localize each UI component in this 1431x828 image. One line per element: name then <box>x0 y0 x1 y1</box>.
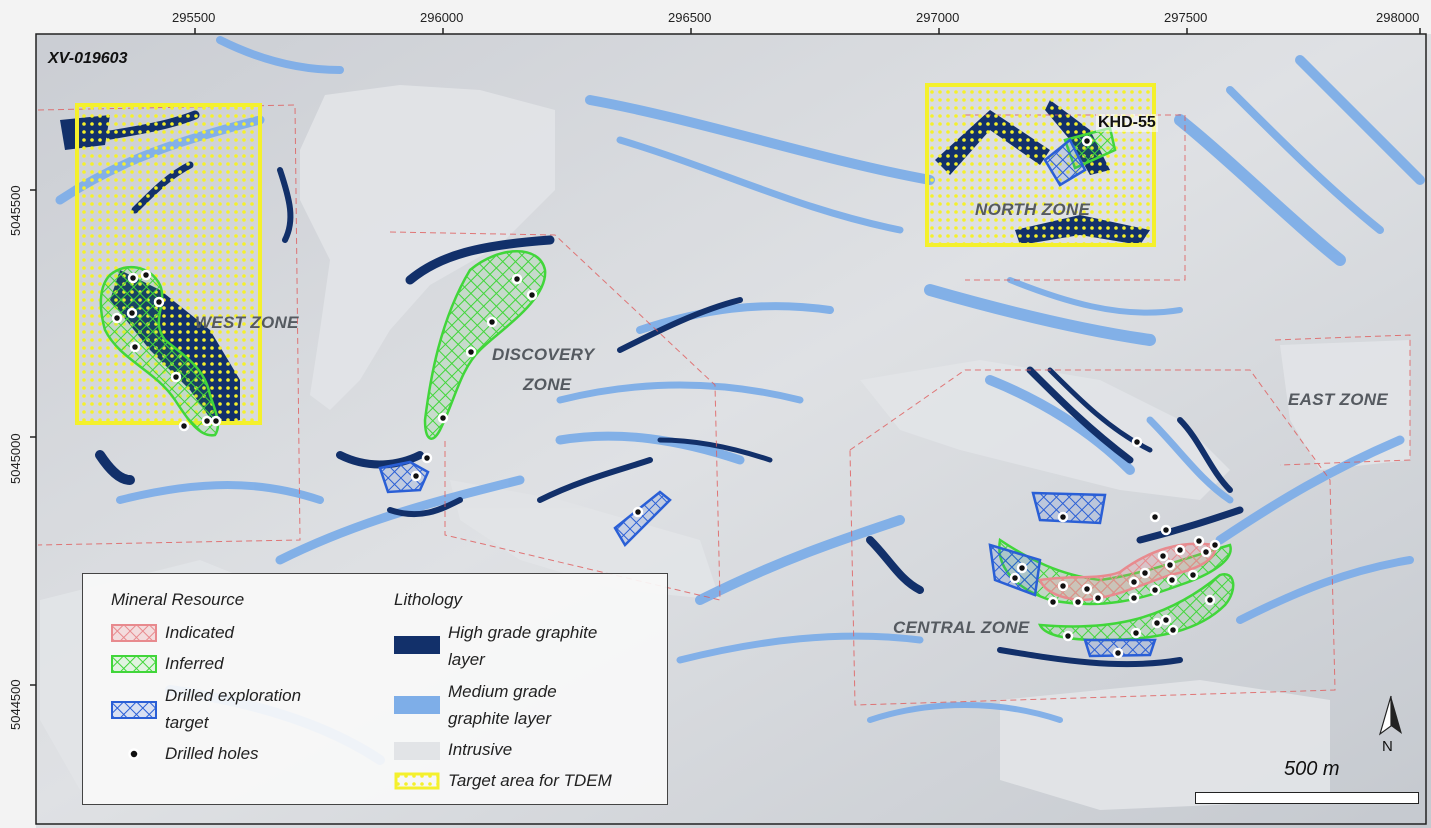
high-grade-swatch <box>394 636 440 654</box>
north-zone-label: NORTH ZONE <box>975 200 1091 219</box>
inferred-label: Inferred <box>165 654 224 673</box>
tdem-label: Target area for TDEM <box>448 771 612 790</box>
intrusive-label: Intrusive <box>448 740 513 759</box>
y-tick-label: 5045000 <box>8 433 23 484</box>
scale-label: 500 m <box>1284 758 1340 780</box>
map-legend: Mineral Resource Indicated Inferred Dril… <box>82 573 668 805</box>
mineral-resource-title: Mineral Resource <box>111 590 245 609</box>
drilled-target-swatch <box>111 701 157 719</box>
central-zone-label: CENTRAL ZONE <box>893 618 1030 637</box>
x-tick-label: 296500 <box>668 10 712 25</box>
intrusive-swatch <box>394 742 440 760</box>
drilled-hole-swatch <box>128 748 140 760</box>
tdem-swatch <box>394 772 440 790</box>
high-grade-label-line2: layer <box>448 650 485 669</box>
drillhole-label: KHD-55 <box>1096 114 1158 132</box>
inferred-swatch <box>111 655 157 673</box>
indicated-label: Indicated <box>165 623 234 642</box>
medium-grade-label-line2: graphite layer <box>448 709 552 728</box>
x-tick-label: 296000 <box>420 10 464 25</box>
indicated-swatch <box>111 624 157 642</box>
y-tick-label: 5044500 <box>8 679 23 730</box>
discovery-zone-label-line1: DISCOVERY <box>492 345 595 364</box>
medium-grade-label-line1: Medium grade <box>448 682 557 701</box>
high-grade-label-line1: High grade graphite <box>448 623 598 642</box>
west-zone-label: WEST ZONE <box>195 313 299 332</box>
scale-bar <box>1195 792 1419 804</box>
x-tick-label: 298000 <box>1376 10 1420 25</box>
map-id: XV-019603 <box>48 50 128 67</box>
discovery-zone-label-line2: ZONE <box>523 375 572 394</box>
drilled-target-label-line2: target <box>165 713 209 732</box>
east-zone-label: EAST ZONE <box>1288 390 1388 409</box>
lithology-title: Lithology <box>394 590 463 609</box>
x-tick-label: 295500 <box>172 10 216 25</box>
x-tick-label: 297000 <box>916 10 960 25</box>
x-tick-label: 297500 <box>1164 10 1208 25</box>
medium-grade-swatch <box>394 696 440 714</box>
y-tick-label: 5045500 <box>8 185 23 236</box>
drilled-target-label-line1: Drilled exploration <box>165 686 302 705</box>
drilled-holes-label: Drilled holes <box>165 744 259 763</box>
north-label: N <box>1382 738 1393 755</box>
